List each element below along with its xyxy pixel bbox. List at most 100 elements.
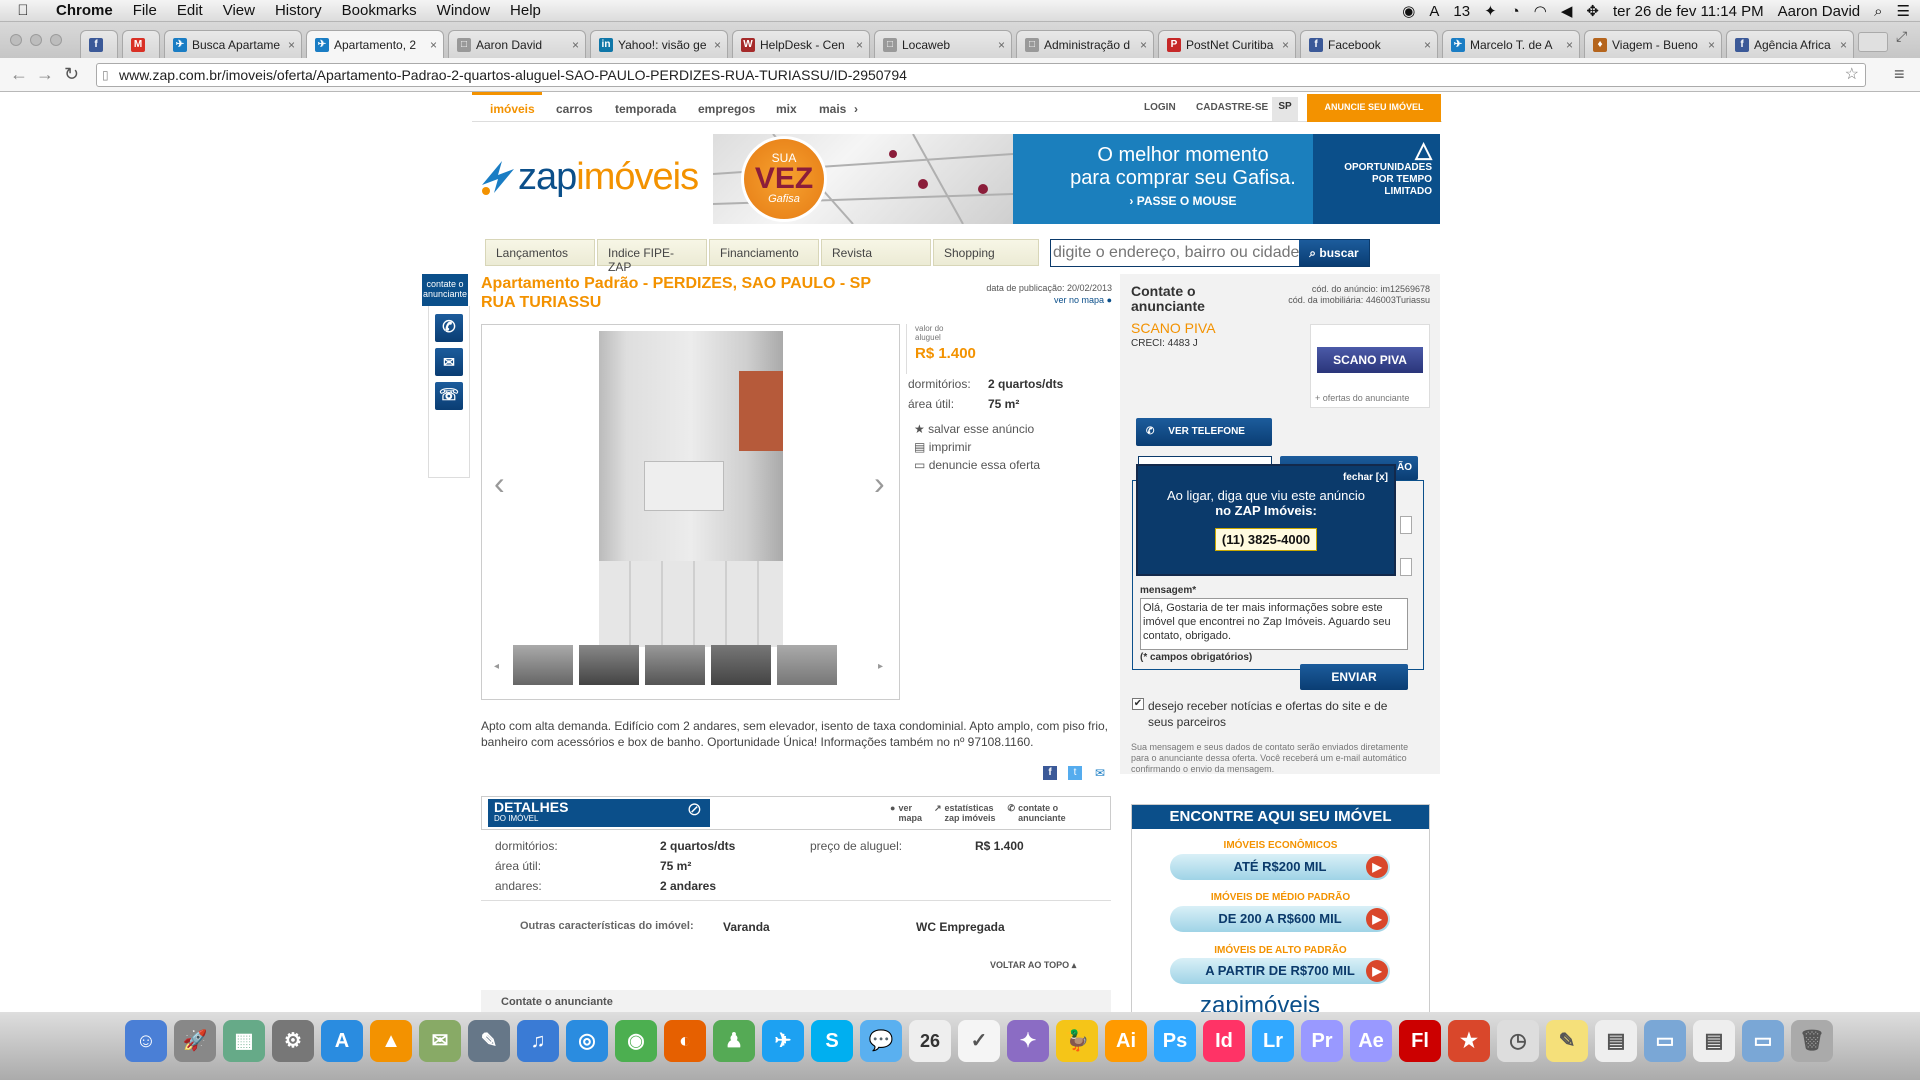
menu-history[interactable]: History: [265, 2, 332, 19]
tab-close-icon[interactable]: ×: [714, 38, 721, 52]
more-offers-link[interactable]: + ofertas do anunciante: [1315, 393, 1409, 403]
tab-close-icon[interactable]: ×: [572, 38, 579, 52]
facebook-share-icon[interactable]: f: [1043, 766, 1057, 780]
tab-close-icon[interactable]: ×: [1840, 38, 1847, 52]
dock-icon-twitter[interactable]: ✈: [762, 1020, 804, 1062]
tab-close-icon[interactable]: ×: [1566, 38, 1573, 52]
dock-icon-flash[interactable]: Fl: [1399, 1020, 1441, 1062]
dock-icon-doc[interactable]: ▤: [1693, 1020, 1735, 1062]
browser-tab[interactable]: ✈ Busca Apartame ×: [164, 30, 302, 58]
menu-app-name[interactable]: Chrome: [46, 2, 123, 19]
browser-tab[interactable]: f Agência Africa ×: [1726, 30, 1854, 58]
clock[interactable]: ter 26 de fev 11:14 PM: [1613, 3, 1764, 20]
tab-close-icon[interactable]: ×: [1282, 38, 1289, 52]
reload-icon[interactable]: ↻: [64, 64, 79, 85]
tab-close-icon[interactable]: ×: [1708, 38, 1715, 52]
report-link[interactable]: ▭ denuncie essa oferta: [914, 458, 1040, 472]
agency-logo-box[interactable]: SCANO PIVA + ofertas do anunciante: [1310, 324, 1430, 408]
browser-tab[interactable]: P PostNet Curitiba ×: [1158, 30, 1296, 58]
wifi-icon[interactable]: ◠: [1534, 2, 1547, 20]
close-window-button[interactable]: [10, 34, 22, 46]
dock-icon-after-effects[interactable]: Ae: [1350, 1020, 1392, 1062]
twitter-share-icon[interactable]: t: [1068, 766, 1082, 780]
browser-tab[interactable]: f: [80, 30, 118, 58]
phone-icon[interactable]: ✆: [435, 314, 463, 342]
dock-icon-folder2[interactable]: ▭: [1742, 1020, 1784, 1062]
thumbs-prev-icon[interactable]: ◂: [494, 661, 499, 672]
volume-icon[interactable]: ◀: [1561, 2, 1573, 20]
price-range-3-button[interactable]: A PARTIR DE R$700 MIL ▶: [1170, 958, 1390, 984]
user-name[interactable]: Aaron David: [1778, 3, 1861, 20]
browser-tab[interactable]: W HelpDesk - Cen ×: [732, 30, 870, 58]
signup-link[interactable]: CADASTRE-SE: [1196, 102, 1268, 113]
nav-temporada[interactable]: temporada: [615, 102, 676, 116]
price-range-1-button[interactable]: ATÉ R$200 MIL ▶: [1170, 854, 1390, 880]
dock-icon-premiere[interactable]: Pr: [1301, 1020, 1343, 1062]
agency-name[interactable]: SCANO PIVA: [1131, 320, 1216, 336]
browser-tab[interactable]: ✈ Apartamento, 2 ×: [306, 30, 444, 59]
subtab-shopping[interactable]: Shopping: [933, 239, 1039, 266]
subtab-revista[interactable]: Revista: [821, 239, 931, 266]
dock-icon-chrome[interactable]: ◉: [615, 1020, 657, 1062]
dock-icon-mail-stamp[interactable]: ✉: [419, 1020, 461, 1062]
callback-icon[interactable]: ☏: [435, 382, 463, 410]
price-range-2-button[interactable]: DE 200 A R$600 MIL ▶: [1170, 906, 1390, 932]
spaces-icon[interactable]: ✥: [1586, 2, 1599, 20]
thumbnail-5[interactable]: [777, 645, 837, 685]
dock-icon-app-store[interactable]: A: [321, 1020, 363, 1062]
details-contact-link[interactable]: ✆ contate o anunciante: [1008, 803, 1066, 823]
browser-tab[interactable]: □ Locaweb ×: [874, 30, 1012, 58]
nav-carros[interactable]: carros: [556, 102, 593, 116]
thumbnail-2[interactable]: [579, 645, 639, 685]
tab-close-icon[interactable]: ×: [288, 38, 295, 52]
dock-icon-folder1[interactable]: ▭: [1644, 1020, 1686, 1062]
tab-close-icon[interactable]: ×: [1424, 38, 1431, 52]
subtab-fipe-zap[interactable]: Indice FIPE-ZAP: [597, 239, 707, 274]
details-map-link[interactable]: ● ver mapa: [890, 803, 922, 823]
status-icon[interactable]: ◉: [1402, 2, 1415, 20]
bookmark-star-icon[interactable]: ☆: [1845, 64, 1859, 86]
banner-cta[interactable]: › PASSE O MOUSE: [1043, 194, 1323, 208]
apple-icon[interactable]: : [0, 2, 46, 19]
region-selector[interactable]: SP: [1272, 97, 1298, 121]
see-map-link[interactable]: ver no mapa ●: [990, 295, 1112, 305]
dock-icon-firefox[interactable]: ◐: [664, 1020, 706, 1062]
thumbnail-4[interactable]: [711, 645, 771, 685]
forward-icon[interactable]: →: [36, 64, 54, 85]
gallery-prev-icon[interactable]: ‹: [494, 465, 505, 502]
side-contact-header[interactable]: contate o anunciante: [422, 274, 468, 306]
chrome-menu-icon[interactable]: ≡: [1894, 64, 1905, 85]
search-input[interactable]: [1053, 242, 1303, 264]
menu-file[interactable]: File: [123, 2, 167, 19]
advertise-button[interactable]: ANUNCIE SEU IMÓVEL: [1307, 94, 1441, 122]
address-bar[interactable]: ▯ www.zap.com.br/imoveis/oferta/Apartame…: [96, 63, 1866, 87]
back-to-top-link[interactable]: VOLTAR AO TOPO ▴: [990, 960, 1076, 971]
browser-tab[interactable]: f Facebook ×: [1300, 30, 1438, 58]
tab-close-icon[interactable]: ×: [856, 38, 863, 52]
dock-icon-photoshop[interactable]: Ps: [1154, 1020, 1196, 1062]
dock-icon-launchpad[interactable]: 🚀: [174, 1020, 216, 1062]
notifications-icon[interactable]: ☰: [1897, 2, 1910, 20]
nav-mix[interactable]: mix: [776, 102, 797, 116]
dock-icon-vlc[interactable]: ▲: [370, 1020, 412, 1062]
menu-edit[interactable]: Edit: [167, 2, 213, 19]
dock-icon-illustrator[interactable]: Ai: [1105, 1020, 1147, 1062]
dock-icon-system-preferences[interactable]: ⚙: [272, 1020, 314, 1062]
browser-tab[interactable]: M: [122, 30, 160, 58]
dock-icon-preview[interactable]: ▦: [223, 1020, 265, 1062]
view-phone-button[interactable]: ✆ VER TELEFONE: [1136, 418, 1272, 446]
dock-icon-reminders[interactable]: ✓: [958, 1020, 1000, 1062]
nav-empregos[interactable]: empregos: [698, 102, 755, 116]
dropbox-icon[interactable]: ✦: [1484, 2, 1497, 20]
minimize-window-button[interactable]: [30, 34, 42, 46]
menu-window[interactable]: Window: [427, 2, 500, 19]
mail-icon[interactable]: ✉: [435, 348, 463, 376]
browser-tab[interactable]: ✈ Marcelo T. de A ×: [1442, 30, 1580, 58]
new-tab-button[interactable]: [1858, 32, 1888, 52]
dock-icon-safari[interactable]: ◎: [566, 1020, 608, 1062]
adobe-icon[interactable]: A: [1429, 3, 1439, 20]
dock-icon-messages[interactable]: 💬: [860, 1020, 902, 1062]
name-field[interactable]: [1400, 516, 1412, 534]
menu-help[interactable]: Help: [500, 2, 551, 19]
nav-mais[interactable]: mais: [819, 102, 846, 116]
